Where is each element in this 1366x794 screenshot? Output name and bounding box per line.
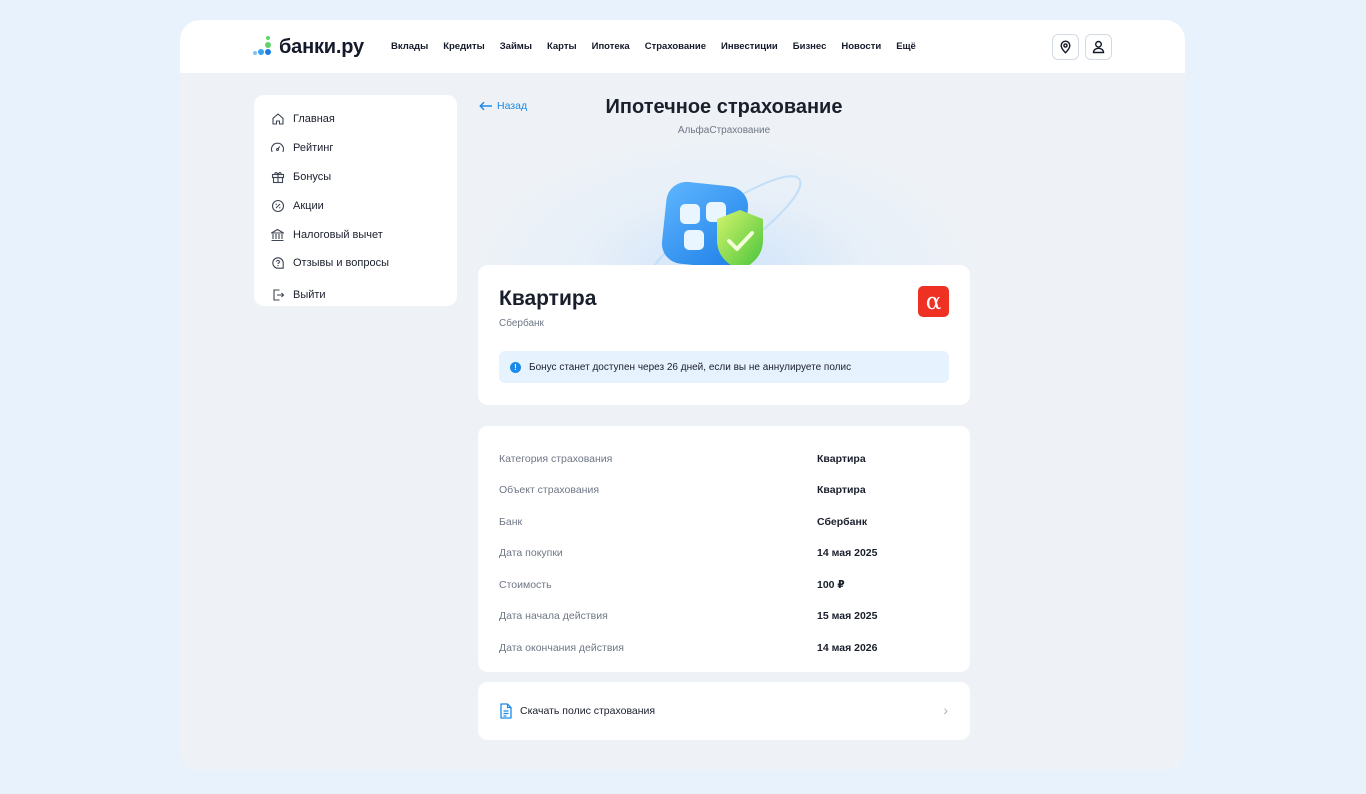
insurance-shield-illustration: [646, 175, 802, 289]
sidebar-item-label: Рейтинг: [293, 142, 334, 155]
home-icon: [270, 112, 285, 127]
sidebar-item-promotions[interactable]: Акции: [254, 191, 457, 220]
main-nav: Вклады Кредиты Займы Карты Ипотека Страх…: [391, 41, 931, 52]
sidebar-item-rating[interactable]: Рейтинг: [254, 134, 457, 163]
detail-key: Категория страхования: [499, 452, 613, 465]
alfa-logo-icon: α: [918, 286, 949, 317]
sidebar-item-tax-deduction[interactable]: Налоговый вычет: [254, 220, 457, 249]
detail-key: Дата покупки: [499, 547, 563, 560]
question-bubble-icon: [270, 256, 285, 271]
app-window: банки.ру Вклады Кредиты Займы Карты Ипот…: [180, 20, 1185, 771]
detail-value: Сбербанк: [817, 515, 868, 528]
nav-item-loans[interactable]: Займы: [500, 41, 532, 52]
hero-illustration: [478, 140, 970, 289]
sidebar: Главная Рейтинг Бонусы Акции Налоговый в…: [254, 95, 457, 306]
top-header: банки.ру Вклады Кредиты Займы Карты Ипот…: [180, 20, 1185, 73]
detail-value: Квартира: [817, 484, 866, 497]
nav-item-mortgage[interactable]: Ипотека: [592, 41, 630, 52]
nav-item-more[interactable]: Ещё: [896, 41, 916, 52]
nav-item-news[interactable]: Новости: [841, 41, 881, 52]
gauge-icon: [270, 141, 285, 156]
location-button[interactable]: [1052, 34, 1079, 60]
nav-item-investments[interactable]: Инвестиции: [721, 41, 778, 52]
logout-icon: [270, 288, 285, 303]
sidebar-item-label: Бонусы: [293, 170, 332, 183]
detail-row: Стоимость 100 ₽: [478, 569, 970, 601]
detail-row: Банк Сбербанк: [478, 506, 970, 538]
bonus-notice: ! Бонус станет доступен через 26 дней, е…: [499, 351, 949, 383]
bonus-notice-text: Бонус станет доступен через 26 дней, есл…: [529, 361, 852, 373]
detail-value: Квартира: [817, 452, 866, 465]
document-icon: [500, 703, 512, 719]
page-title: Ипотечное страхование: [605, 96, 843, 118]
profile-button[interactable]: [1085, 34, 1112, 60]
detail-row: Дата окончания действия 14 мая 2026: [478, 632, 970, 664]
nav-item-deposits[interactable]: Вклады: [391, 41, 428, 52]
sidebar-item-label: Акции: [293, 199, 324, 212]
user-icon: [1092, 40, 1105, 54]
detail-value: 14 мая 2026: [817, 641, 878, 654]
sidebar-item-label: Отзывы и вопросы: [293, 257, 389, 270]
page-subtitle: АльфаСтрахование: [677, 125, 771, 136]
policy-title: Квартира: [499, 287, 597, 310]
nav-item-credits[interactable]: Кредиты: [443, 41, 485, 52]
detail-row: Категория страхования Квартира: [478, 443, 970, 475]
percent-icon: [270, 198, 285, 213]
policy-card: Квартира Сбербанк α ! Бонус станет досту…: [478, 265, 970, 405]
brand-logo[interactable]: банки.ру: [253, 35, 364, 59]
chevron-right-icon: ›: [943, 702, 948, 718]
policy-details-card: Категория страхования Квартира Объект ст…: [478, 426, 970, 672]
info-icon: !: [510, 361, 521, 373]
nav-item-business[interactable]: Бизнес: [793, 41, 827, 52]
detail-key: Дата окончания действия: [499, 641, 624, 654]
detail-value: 15 мая 2025: [817, 610, 878, 623]
sidebar-item-logout[interactable]: Выйти: [254, 281, 457, 310]
nav-item-insurance[interactable]: Страхование: [645, 41, 706, 52]
detail-value: 100 ₽: [817, 578, 845, 591]
download-policy-label: Скачать полис страхования: [520, 705, 656, 717]
nav-item-cards[interactable]: Карты: [547, 41, 577, 52]
detail-key: Банк: [499, 515, 523, 528]
detail-key: Стоимость: [499, 578, 552, 591]
sidebar-item-label: Выйти: [293, 289, 326, 302]
sidebar-item-label: Главная: [293, 113, 335, 126]
gift-icon: [270, 169, 285, 184]
detail-value: 14 мая 2025: [817, 547, 878, 560]
logo-text: банки.ру: [279, 36, 364, 58]
bank-building-icon: [270, 227, 285, 242]
policy-bank: Сбербанк: [499, 318, 544, 329]
location-pin-icon: [1060, 40, 1071, 54]
sidebar-item-bonuses[interactable]: Бонусы: [254, 163, 457, 192]
detail-row: Объект страхования Квартира: [478, 475, 970, 507]
logo-dots-icon: [253, 35, 275, 58]
detail-key: Дата начала действия: [499, 610, 608, 623]
sidebar-item-label: Налоговый вычет: [293, 228, 383, 241]
detail-row: Дата начала действия 15 мая 2025: [478, 601, 970, 633]
detail-row: Дата покупки 14 мая 2025: [478, 538, 970, 570]
sidebar-item-home[interactable]: Главная: [254, 105, 457, 134]
sidebar-item-reviews[interactable]: Отзывы и вопросы: [254, 249, 457, 278]
detail-key: Объект страхования: [499, 484, 600, 497]
download-policy-button[interactable]: Скачать полис страхования ›: [478, 682, 970, 740]
